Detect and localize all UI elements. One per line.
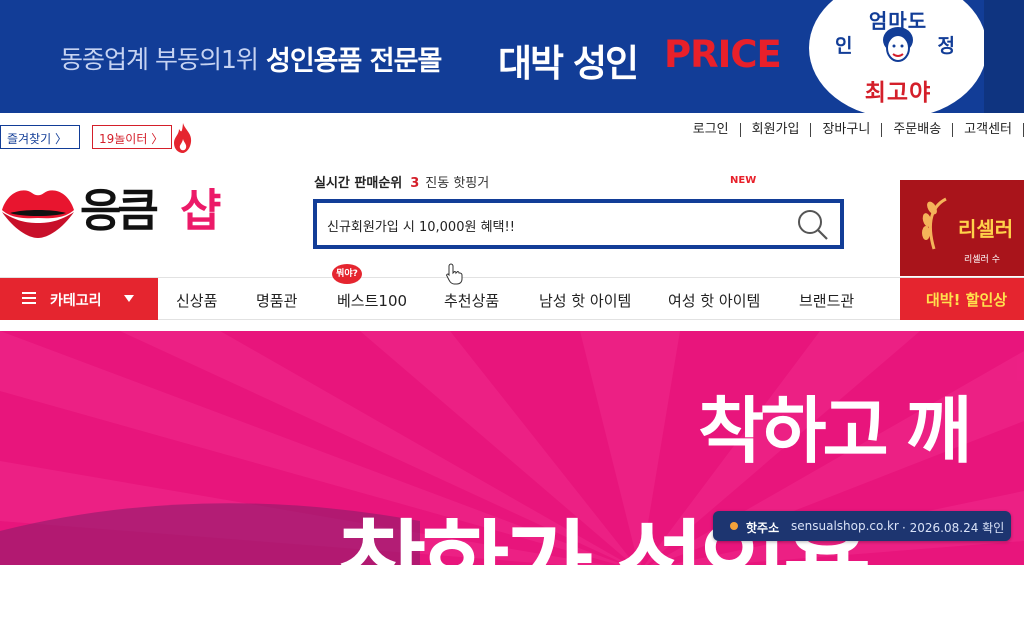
nav-men-items[interactable]: 남성 핫 아이템 [539,290,631,311]
fire-icon [174,123,192,153]
nav-sale-promo[interactable]: 대박! 할인상 [900,278,1024,320]
category-label: 카테고리 [50,293,102,309]
reseller-promo-banner[interactable]: 리셀러 리셀러 수 [900,180,1024,276]
mom-face-icon [883,27,913,62]
logo-text-accent: 샵 [180,184,221,237]
badge-line-2b: 정 [937,35,955,57]
caret-down-icon [124,295,134,302]
customer-center-link[interactable]: 고객센터 [953,123,1024,137]
rank-label: 실시간 판매순위 [314,176,403,191]
hand-pointer-icon [446,263,463,285]
login-link[interactable]: 로그인 [682,123,741,137]
utility-links: 로그인 회원가입 장바구니 주문배송 고객센터 [682,123,1024,137]
nav-recommended[interactable]: 추천상품 [444,290,499,311]
banner-right-edge [984,0,1024,113]
favorite-button[interactable]: 즐겨찾기 〉 [0,125,80,149]
rank-keyword[interactable]: 진동 핫핑거 [425,176,489,191]
search-input[interactable] [327,212,767,238]
signup-link[interactable]: 회원가입 [741,123,812,137]
toast-url[interactable]: sensualshop.co.kr [791,519,899,533]
status-dot-icon [730,522,738,530]
badge-line-3: 최고야 [864,80,932,106]
order-delivery-link[interactable]: 주문배송 [882,123,954,137]
laurel-icon [922,197,947,250]
hot-address-toast[interactable]: 핫주소 sensualshop.co.kr · 2026.08.24 확인 [713,511,1011,541]
banner-headline: 대박 성인 [498,42,639,85]
adult-playground-button[interactable]: 19놀이터 〉 [92,125,172,149]
search-bar [313,199,844,249]
nav-luxury[interactable]: 명품관 [256,290,297,311]
search-icon[interactable] [796,208,830,242]
banner-tagline: 동종업계 부동의1위 [60,45,259,74]
category-menu-button[interactable]: 카테고리 [0,278,158,320]
top-promo-banner[interactable]: 동종업계 부동의1위 성인용품 전문몰 대박 성인 PRICE 엄마도 인 정 … [0,0,1024,113]
realtime-rank[interactable]: 실시간 판매순위 3 진동 핫핑거 [314,172,489,191]
new-tag: NEW [730,175,757,186]
hero-headline-1: 착하고 깨 [698,389,972,473]
hamburger-icon [22,292,36,304]
nav-best100[interactable]: 베스트100 [337,290,407,311]
banner-price-text: PRICE [664,33,782,76]
nav-new-products[interactable]: 신상품 [176,290,217,311]
cart-link[interactable]: 장바구니 [811,123,883,137]
toast-label: 핫주소 [746,521,780,535]
badge-line-2a: 인 [835,35,853,57]
lips-logo-icon [2,190,74,238]
logo-text-main: 응큼 [80,184,159,237]
banner-category-text: 성인용품 전문몰 [266,46,442,77]
nav-brands[interactable]: 브랜드관 [799,290,854,311]
banner-mom-badge: 엄마도 인 정 최고야 [809,0,987,113]
reseller-promo-subtitle: 리셀러 수 [964,255,1000,265]
main-navigation: 카테고리 신상품 명품관 베스트100 추천상품 남성 핫 아이템 여성 핫 아… [0,277,1024,320]
rank-number: 3 [410,176,420,191]
reseller-promo-title: 리셀러 [958,217,1014,241]
site-logo[interactable]: 응큼 샵 [0,181,250,243]
best-speech-badge: 뭐야? [332,264,362,284]
toast-date: · 2026.08.24 확인 [902,521,1005,535]
nav-women-items[interactable]: 여성 핫 아이템 [668,290,760,311]
